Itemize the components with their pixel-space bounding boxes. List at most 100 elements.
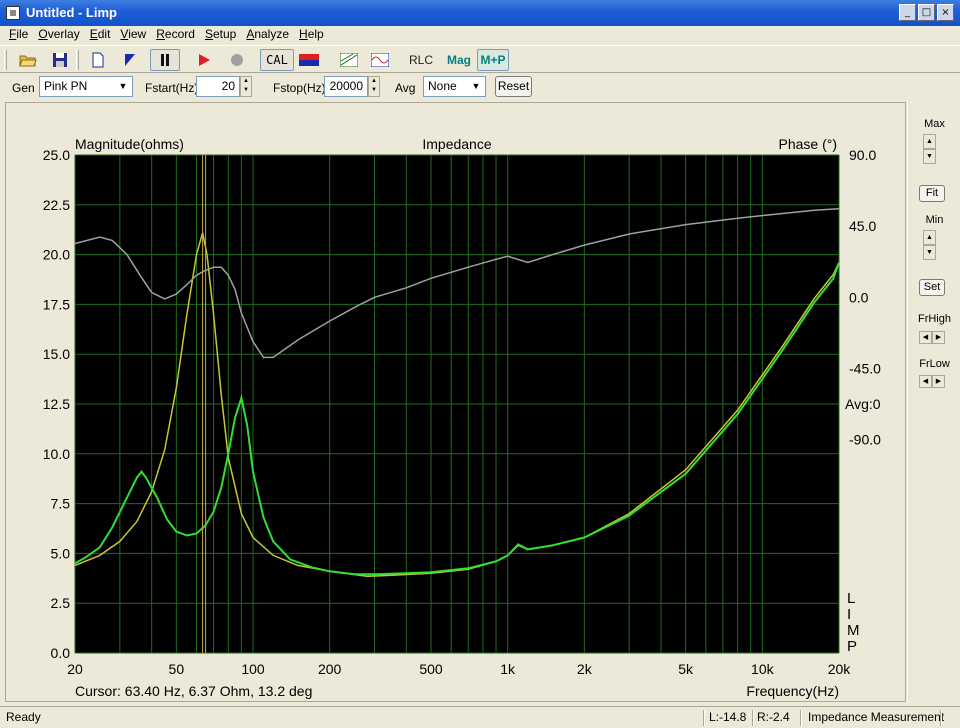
x-axis-title: Frequency(Hz): [746, 683, 839, 699]
mag-button[interactable]: Mag: [444, 49, 474, 71]
y-tick-label: 2.5: [51, 595, 71, 611]
max-down-icon[interactable]: ▼: [923, 149, 936, 164]
gen-label: Gen: [12, 81, 35, 95]
status-bar: Ready L:-14.8 R:-2.4 Impedance Measureme…: [0, 706, 960, 728]
marker-icon[interactable]: [118, 49, 142, 71]
minimize-button[interactable]: _: [899, 4, 916, 21]
app-icon[interactable]: [6, 6, 20, 20]
toolbar: CAL RLC Mag M+P: [0, 45, 960, 73]
pause-button[interactable]: [150, 49, 180, 71]
fstart-label: Fstart(Hz): [145, 81, 199, 95]
color-bar-icon[interactable]: [297, 49, 321, 71]
open-folder-icon[interactable]: [16, 49, 40, 71]
set-button[interactable]: Set: [919, 279, 945, 296]
impedance-plot-panel: 0.0 2.5 5.0 7.5 10.0 12.5 15.0 17.5 20.0 22.5 25.0…: [5, 102, 906, 702]
maximize-button[interactable]: □: [918, 4, 935, 21]
y2-tick-label: 0.0: [849, 289, 869, 305]
cal-button[interactable]: CAL: [260, 49, 294, 71]
y2-axis-title: Phase (°): [778, 136, 837, 152]
status-divider: [800, 710, 802, 726]
fstart-spinner[interactable]: ▲ ▼: [240, 76, 252, 97]
y-tick-label: 12.5: [43, 396, 70, 412]
x-tick-label: 50: [169, 661, 185, 677]
max-label: Max: [924, 118, 945, 130]
x-tick-label: 20: [67, 661, 83, 677]
reset-button[interactable]: Reset: [495, 76, 532, 97]
close-button[interactable]: ×: [937, 4, 954, 21]
chart-title: Impedance: [422, 136, 491, 152]
save-disk-icon[interactable]: [48, 49, 72, 71]
chevron-down-icon[interactable]: ▼: [468, 78, 484, 95]
menu-help[interactable]: Help: [294, 26, 329, 45]
new-page-icon[interactable]: [86, 49, 110, 71]
y-tick-label: 5.0: [51, 545, 71, 561]
avg-label: Avg:0: [845, 396, 881, 412]
generator-select[interactable]: Pink PN ▼: [39, 76, 133, 97]
fstop-spinner[interactable]: ▲ ▼: [368, 76, 380, 97]
avg-value: None: [428, 79, 457, 93]
menu-overlay[interactable]: Overlay: [33, 26, 84, 45]
frhigh-label: FrHigh: [917, 313, 951, 325]
frlow-label: FrLow: [919, 358, 950, 370]
frhigh-spinner[interactable]: ◀ ▶: [919, 331, 945, 344]
min-up-icon[interactable]: ▲: [923, 230, 936, 245]
limp-side-letter: I: [847, 606, 851, 623]
x-tick-label: 2k: [577, 661, 593, 677]
x-tick-label: 20k: [828, 661, 852, 677]
min-down-icon[interactable]: ▼: [923, 245, 936, 260]
x-tick-label: 200: [318, 661, 342, 677]
y2-tick-label: -45.0: [849, 360, 881, 376]
avg-select[interactable]: None ▼: [423, 76, 486, 97]
x-tick-label: 10k: [751, 661, 775, 677]
chevron-down-icon[interactable]: ▼: [115, 78, 131, 95]
toolbar-grip[interactable]: [4, 50, 7, 70]
right-arrow-icon[interactable]: ▶: [932, 331, 945, 344]
y-tick-label: 20.0: [43, 247, 70, 263]
x-tick-label: 500: [419, 661, 443, 677]
max-up-icon[interactable]: ▲: [923, 134, 936, 149]
y2-tick-label: 90.0: [849, 147, 876, 163]
min-label: Min: [925, 214, 944, 226]
fstop-input[interactable]: 20000: [324, 76, 368, 97]
y-tick-label: 10.0: [43, 446, 70, 462]
y-tick-label: 17.5: [43, 296, 70, 312]
y2-tick-label: -90.0: [849, 432, 881, 448]
menu-record[interactable]: Record: [151, 26, 200, 45]
status-l-value: L:-14.8: [709, 710, 747, 724]
right-arrow-icon[interactable]: ▶: [932, 375, 945, 388]
generator-value: Pink PN: [44, 79, 88, 93]
frlow-spinner[interactable]: ◀ ▶: [919, 375, 945, 388]
y-tick-label: 7.5: [51, 496, 71, 512]
status-divider: [940, 710, 942, 726]
menu-analyze[interactable]: Analyze: [241, 26, 294, 45]
y-tick-label: 22.5: [43, 197, 70, 213]
window-title: Untitled - Limp: [26, 5, 117, 20]
menu-bar: File Overlay Edit View Record Setup Anal…: [0, 26, 960, 45]
status-mode: Impedance Measurement: [808, 710, 945, 724]
avg-label: Avg: [395, 81, 416, 95]
x-tick-label: 5k: [678, 661, 694, 677]
stop-circle-icon[interactable]: [225, 49, 249, 71]
fit-button[interactable]: Fit: [919, 185, 945, 202]
status-text: Ready: [6, 710, 41, 724]
menu-view[interactable]: View: [115, 26, 151, 45]
left-arrow-icon[interactable]: ◀: [919, 375, 932, 388]
mag-phase-button[interactable]: M+P: [477, 49, 509, 71]
y-tick-label: 25.0: [43, 147, 70, 163]
status-divider: [752, 710, 754, 726]
rlc-button[interactable]: RLC: [406, 49, 436, 71]
fstart-input[interactable]: 20: [196, 76, 240, 97]
limp-side-letter: P: [847, 638, 857, 655]
menu-edit[interactable]: Edit: [85, 26, 116, 45]
menu-file[interactable]: File: [4, 26, 33, 45]
fstop-label: Fstop(Hz): [273, 81, 326, 95]
menu-setup[interactable]: Setup: [200, 26, 241, 45]
record-play-icon[interactable]: [192, 49, 216, 71]
limp-side-letter: L: [847, 590, 855, 607]
waveform-icon[interactable]: [368, 49, 392, 71]
impedance-chart[interactable]: 0.0 2.5 5.0 7.5 10.0 12.5 15.0 17.5 20.0 22.5 25.0…: [6, 103, 907, 703]
spectrum-icon[interactable]: [337, 49, 361, 71]
y-tick-label: 15.0: [43, 346, 70, 362]
limp-side-letter: M: [847, 622, 860, 639]
left-arrow-icon[interactable]: ◀: [919, 331, 932, 344]
